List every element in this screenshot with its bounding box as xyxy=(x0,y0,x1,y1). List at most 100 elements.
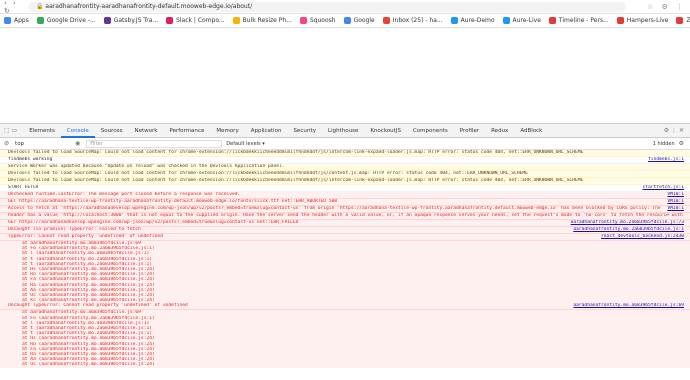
log-message: START FETCH xyxy=(8,185,39,190)
log-entry: Access to fetch at 'https://aaradhanadev… xyxy=(0,206,690,213)
bookmark-label: Bulk Resize Ph... xyxy=(242,17,292,24)
bookmark-label: Inbox (25) - ha... xyxy=(392,17,443,24)
gear-icon[interactable]: ⚙ xyxy=(679,140,684,147)
issues-count[interactable]: 1 hidden xyxy=(653,141,675,147)
url-field[interactable]: 🔒 aaradhanafrontity-aaradhanafrontity-de… xyxy=(28,1,626,12)
bookmark-label: Zibbibo Sparkl... xyxy=(686,17,690,24)
log-source-link[interactable]: aaradhanafrontity.mo.2a6839b5fdcile.js:1 xyxy=(573,227,684,233)
log-entry: DevTools failed to load SourceMap: Could… xyxy=(0,178,690,185)
bookmark-item[interactable]: Gatsby.JS Tra... xyxy=(103,17,159,24)
log-entry: Uncaught TypeError: Cannot read property… xyxy=(0,303,690,311)
nav-buttons[interactable]: ‹ › ↻ xyxy=(4,0,28,15)
toolbar-icons[interactable]: ☆ ⚙ ⋮ xyxy=(626,3,686,11)
tab-console[interactable]: Console xyxy=(60,124,95,138)
bookmark-label: Apps xyxy=(14,17,29,24)
eye-icon[interactable]: ◉ xyxy=(75,140,80,147)
log-source-link[interactable]: aaradhanafrontity.mo.2a6839b5fdcile.js:7… xyxy=(571,220,684,226)
page-viewport xyxy=(0,28,690,124)
log-source-link[interactable]: startfetch.js:1 xyxy=(643,185,685,191)
bookmark-icon xyxy=(616,17,624,24)
log-message: findmebs working xyxy=(8,157,53,162)
log-message: DevTools failed to load SourceMap: Could… xyxy=(8,178,584,183)
tab-adblock[interactable]: AdBlock xyxy=(514,124,548,138)
tab-knockoutjs[interactable]: KnockoutJS xyxy=(364,124,407,138)
tab-elements[interactable]: Elements xyxy=(23,124,61,138)
context-selector[interactable]: top xyxy=(15,141,75,147)
log-message: TypeError: Cannot read property 'undefin… xyxy=(8,234,163,239)
levels-dropdown[interactable]: Default levels ▾ xyxy=(226,141,264,147)
bookmark-item[interactable]: Timeline - Pers... xyxy=(548,17,609,24)
filter-input[interactable]: Filter xyxy=(86,139,223,148)
bookmark-item[interactable]: Google xyxy=(343,17,375,24)
bookmark-icon xyxy=(382,17,390,24)
bookmark-item[interactable]: Hampers-Live xyxy=(616,17,668,24)
inspect-icon[interactable]: ⬚ ▭ xyxy=(4,127,17,134)
bookmark-icon xyxy=(502,17,510,24)
bookmark-label: Slack | Compo... xyxy=(176,17,225,24)
bookmark-item[interactable]: Bulk Resize Ph... xyxy=(232,17,292,24)
log-message: DevTools failed to load SourceMap: Could… xyxy=(8,171,528,176)
bookmark-item[interactable]: Aure-Live xyxy=(502,17,541,24)
bookmark-item[interactable]: Google Drive -... xyxy=(36,17,96,24)
tab-components[interactable]: Components xyxy=(407,124,454,138)
log-source-link[interactable]: findmebs.js:1 xyxy=(648,157,684,163)
tab-redux[interactable]: Redux xyxy=(485,124,514,138)
clear-console-icon[interactable]: ⊘ xyxy=(4,140,9,147)
bookmark-label: Google Drive -... xyxy=(46,17,96,24)
bookmark-item[interactable]: Slack | Compo... xyxy=(166,17,225,24)
bookmark-icon xyxy=(548,17,556,24)
bookmark-label: Timeline - Pers... xyxy=(558,17,609,24)
tab-security[interactable]: Security xyxy=(287,124,322,138)
log-entry: Unchecked runtime.lastError: The message… xyxy=(0,192,690,199)
devtools-tabs: ⬚ ▭ Elements Console Sources Network Performa… xyxy=(0,124,690,138)
log-entry: GET https://aaradhanadevelop.wpengine.co… xyxy=(0,220,690,227)
log-source-link[interactable]: VM10:1 xyxy=(667,206,684,212)
log-message: Uncaught (in promise) TypeError: Failed … xyxy=(8,227,141,232)
bookmark-item[interactable]: Squoosh xyxy=(299,17,336,24)
log-source-link[interactable]: react_devtools_backend.js:2430 xyxy=(601,234,684,240)
tab-performance[interactable]: Performance xyxy=(163,124,210,138)
tab-application[interactable]: Application xyxy=(245,124,288,138)
log-entry: Service Worker was updated because "Upda… xyxy=(0,164,690,171)
bookmark-label: Google xyxy=(353,17,375,24)
bookmark-label: Gatsby.JS Tra... xyxy=(113,17,159,24)
log-entry: DevTools failed to load SourceMap: Could… xyxy=(0,171,690,178)
bookmark-item[interactable]: Inbox (25) - ha... xyxy=(382,17,443,24)
bookmark-item[interactable]: Zibbibo Sparkl... xyxy=(676,17,690,24)
tab-memory[interactable]: Memory xyxy=(210,124,244,138)
bookmark-icon xyxy=(676,17,684,24)
tab-profiler[interactable]: Profiler xyxy=(454,124,485,138)
bookmark-item[interactable]: Apps xyxy=(4,17,29,24)
bookmark-icon xyxy=(103,17,111,24)
bookmark-icon xyxy=(299,17,307,24)
bookmark-label: Aure-Demo xyxy=(460,17,495,24)
lock-icon: 🔒 xyxy=(36,2,46,10)
log-entry: TypeError: Cannot read property 'undefin… xyxy=(0,234,690,241)
devtools-menu-icon[interactable]: ⚙ ⋮ ✕ xyxy=(664,127,684,134)
log-entry: findmebs working findmebs.js:1 xyxy=(0,157,690,164)
log-source-link[interactable]: aaradhanafrontity.mo.a6839b5fdcile.js:69 xyxy=(573,303,684,309)
log-source-link[interactable]: VM10:1 xyxy=(667,199,684,205)
tab-lighthouse[interactable]: Lighthouse xyxy=(322,124,364,138)
log-entry: Uncaught (in promise) TypeError: Failed … xyxy=(0,227,690,234)
log-message: Service Worker was updated because "Upda… xyxy=(8,164,285,169)
bookmark-item[interactable]: Aure-Demo xyxy=(450,17,495,24)
log-source-link[interactable]: VM10:1 xyxy=(667,192,684,198)
bookmark-icon xyxy=(36,17,44,24)
log-message: header has a value 'http://localhost:300… xyxy=(8,213,684,218)
log-entry: GET https://aaradhana-textile-wp-frontit… xyxy=(0,199,690,206)
bookmarks-bar: Apps Google Drive -... Gatsby.JS Tra... Sla… xyxy=(0,14,690,28)
log-message: DevTools failed to load SourceMap: Could… xyxy=(8,150,584,155)
log-entry: header has a value 'http://localhost:300… xyxy=(0,213,690,220)
tab-network[interactable]: Network xyxy=(129,124,164,138)
bookmark-label: Squoosh xyxy=(309,17,336,24)
console-log: DevTools failed to load SourceMap: Could… xyxy=(0,150,690,368)
bookmark-icon xyxy=(4,17,11,24)
bookmark-icon xyxy=(343,17,351,24)
log-message: GET https://aaradhanadevelop.wpengine.co… xyxy=(8,220,299,225)
address-bar: ‹ › ↻ 🔒 aaradhanafrontity-aaradhanafront… xyxy=(0,0,690,15)
tab-sources[interactable]: Sources xyxy=(95,124,129,138)
log-message: Uncaught TypeError: Cannot read property… xyxy=(8,303,188,309)
log-message: GET https://aaradhana-textile-wp-frontit… xyxy=(8,199,338,204)
log-entry: DevTools failed to load SourceMap: Could… xyxy=(0,150,690,157)
